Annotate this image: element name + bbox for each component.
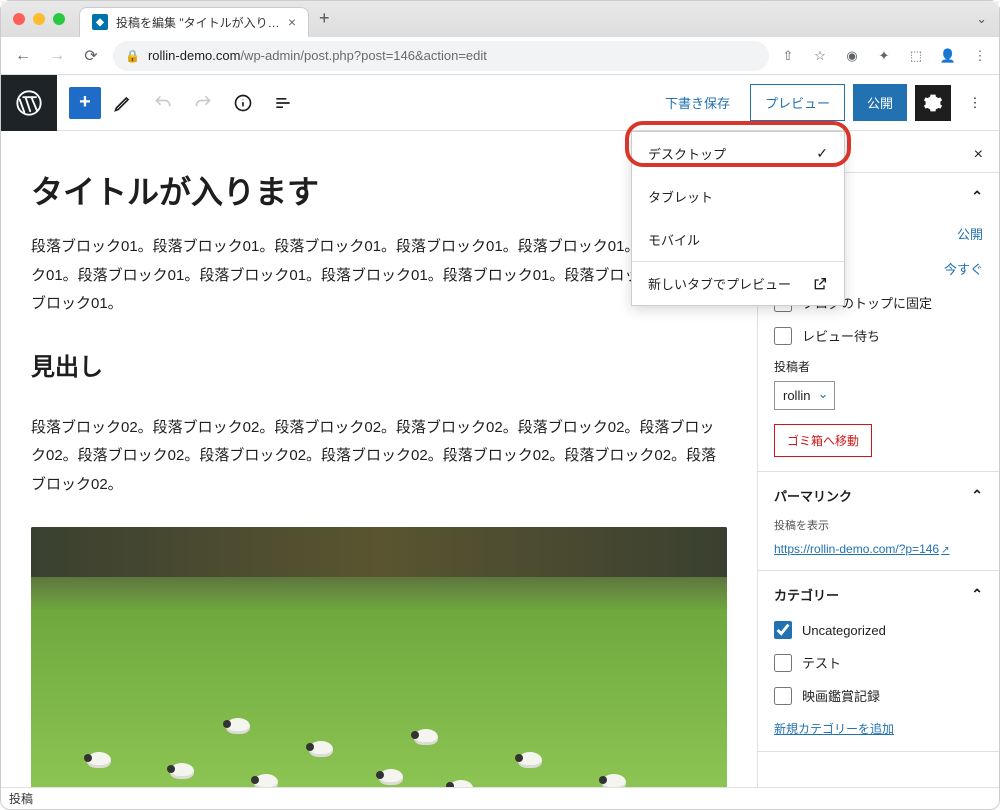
chevron-up-icon[interactable] bbox=[971, 487, 983, 504]
image-block[interactable] bbox=[31, 527, 727, 787]
window-zoom-icon[interactable] bbox=[53, 13, 65, 25]
details-button[interactable] bbox=[225, 85, 261, 121]
author-label: 投稿者 bbox=[774, 358, 983, 375]
new-tab-button[interactable]: + bbox=[319, 8, 330, 29]
preview-option-label: タブレット bbox=[648, 187, 713, 206]
publish-value[interactable]: 今すぐ bbox=[944, 259, 983, 278]
close-sidebar-icon[interactable]: × bbox=[974, 146, 983, 164]
permalink-url-link[interactable]: https://rollin-demo.com/?p=146↗ bbox=[774, 542, 949, 556]
chevron-up-icon[interactable] bbox=[971, 188, 983, 205]
checkbox-label: Uncategorized bbox=[802, 623, 886, 638]
settings-button[interactable] bbox=[915, 85, 951, 121]
heading-block[interactable]: 見出し bbox=[31, 347, 727, 382]
permalink-panel-title: パーマリンク bbox=[774, 486, 852, 505]
checkbox-input[interactable] bbox=[774, 687, 792, 705]
add-category-link[interactable]: 新規カテゴリーを追加 bbox=[774, 722, 894, 736]
permalink-view-label: 投稿を表示 bbox=[774, 517, 983, 533]
outline-button[interactable] bbox=[265, 85, 301, 121]
share-icon[interactable]: ⇧ bbox=[779, 47, 797, 65]
camera-icon[interactable]: ◉ bbox=[843, 47, 861, 65]
paragraph-block[interactable]: 段落ブロック02。段落ブロック02。段落ブロック02。段落ブロック02。段落ブロ… bbox=[31, 414, 727, 500]
window-close-icon[interactable] bbox=[13, 13, 25, 25]
post-title[interactable]: タイトルが入ります bbox=[31, 167, 727, 213]
pending-review-checkbox[interactable]: レビュー待ち bbox=[774, 319, 983, 352]
category-movie[interactable]: 映画鑑賞記録 bbox=[774, 679, 983, 712]
extensions-icon[interactable]: ✦ bbox=[875, 47, 893, 65]
browser-titlebar: ◆ 投稿を編集 "タイトルが入ります" × + ⌄ bbox=[1, 1, 999, 37]
tab-close-icon[interactable]: × bbox=[288, 14, 296, 30]
lock-icon: 🔒 bbox=[125, 49, 140, 63]
browser-addressbar: ← → ⟳ 🔒 rollin-demo.com/wp-admin/post.ph… bbox=[1, 37, 999, 75]
checkbox-input[interactable] bbox=[774, 621, 792, 639]
checkbox-label: 映画鑑賞記録 bbox=[802, 686, 880, 705]
bookmark-icon[interactable]: ☆ bbox=[811, 47, 829, 65]
checkbox-label: テスト bbox=[802, 653, 841, 672]
visibility-value[interactable]: 公開 bbox=[957, 224, 983, 243]
edit-mode-button[interactable] bbox=[105, 85, 141, 121]
preview-option-tablet[interactable]: タブレット bbox=[632, 175, 844, 218]
preview-option-mobile[interactable]: モバイル bbox=[632, 218, 844, 261]
save-draft-button[interactable]: 下書き保存 bbox=[653, 85, 742, 120]
editor-toolbar: + 下書き保存 プレビュー 公開 ⋮ bbox=[1, 75, 999, 131]
url-field[interactable]: 🔒 rollin-demo.com/wp-admin/post.php?post… bbox=[113, 41, 769, 71]
redo-button bbox=[185, 85, 221, 121]
editor-footer: 投稿 bbox=[1, 787, 999, 809]
nav-forward-button: → bbox=[45, 44, 69, 68]
preview-option-label: モバイル bbox=[648, 230, 700, 249]
download-icon[interactable]: ⬚ bbox=[907, 47, 925, 65]
undo-button bbox=[145, 85, 181, 121]
checkbox-input[interactable] bbox=[774, 327, 792, 345]
nav-back-button[interactable]: ← bbox=[11, 44, 35, 68]
check-icon: ✓ bbox=[816, 145, 828, 162]
profile-icon[interactable]: 👤 bbox=[939, 47, 957, 65]
wordpress-logo-icon[interactable] bbox=[1, 75, 57, 131]
publish-button[interactable]: 公開 bbox=[853, 84, 907, 121]
preview-button[interactable]: プレビュー bbox=[750, 84, 845, 121]
category-uncategorized[interactable]: Uncategorized bbox=[774, 614, 983, 646]
preview-new-tab[interactable]: 新しいタブでプレビュー bbox=[632, 261, 844, 305]
tab-title: 投稿を編集 "タイトルが入ります" bbox=[116, 14, 280, 31]
tabs-overflow-icon[interactable]: ⌄ bbox=[976, 11, 987, 27]
preview-option-desktop[interactable]: デスクトップ ✓ bbox=[632, 132, 844, 175]
browser-tab[interactable]: ◆ 投稿を編集 "タイトルが入ります" × bbox=[79, 7, 309, 37]
author-select[interactable]: rollin bbox=[774, 381, 835, 410]
more-options-button[interactable]: ⋮ bbox=[959, 85, 991, 121]
favicon-icon: ◆ bbox=[92, 14, 108, 30]
preview-dropdown: デスクトップ ✓ タブレット モバイル 新しいタブでプレビュー bbox=[631, 131, 845, 306]
window-minimize-icon[interactable] bbox=[33, 13, 45, 25]
category-test[interactable]: テスト bbox=[774, 646, 983, 679]
external-link-icon: ↗ bbox=[941, 545, 949, 556]
browser-menu-icon[interactable]: ⋮ bbox=[971, 47, 989, 65]
add-block-button[interactable]: + bbox=[69, 87, 101, 119]
checkbox-label: レビュー待ち bbox=[802, 326, 880, 345]
url-text: rollin-demo.com/wp-admin/post.php?post=1… bbox=[148, 48, 757, 63]
preview-option-label: 新しいタブでプレビュー bbox=[648, 274, 791, 293]
chevron-up-icon[interactable] bbox=[971, 586, 983, 603]
external-link-icon bbox=[812, 276, 828, 292]
checkbox-input[interactable] bbox=[774, 654, 792, 672]
category-panel-title: カテゴリー bbox=[774, 585, 839, 604]
nav-reload-button[interactable]: ⟳ bbox=[79, 44, 103, 68]
preview-option-label: デスクトップ bbox=[648, 144, 726, 163]
move-to-trash-button[interactable]: ゴミ箱へ移動 bbox=[774, 424, 872, 457]
breadcrumb[interactable]: 投稿 bbox=[9, 792, 33, 806]
paragraph-block[interactable]: 段落ブロック01。段落ブロック01。段落ブロック01。段落ブロック01。段落ブロ… bbox=[31, 233, 727, 319]
